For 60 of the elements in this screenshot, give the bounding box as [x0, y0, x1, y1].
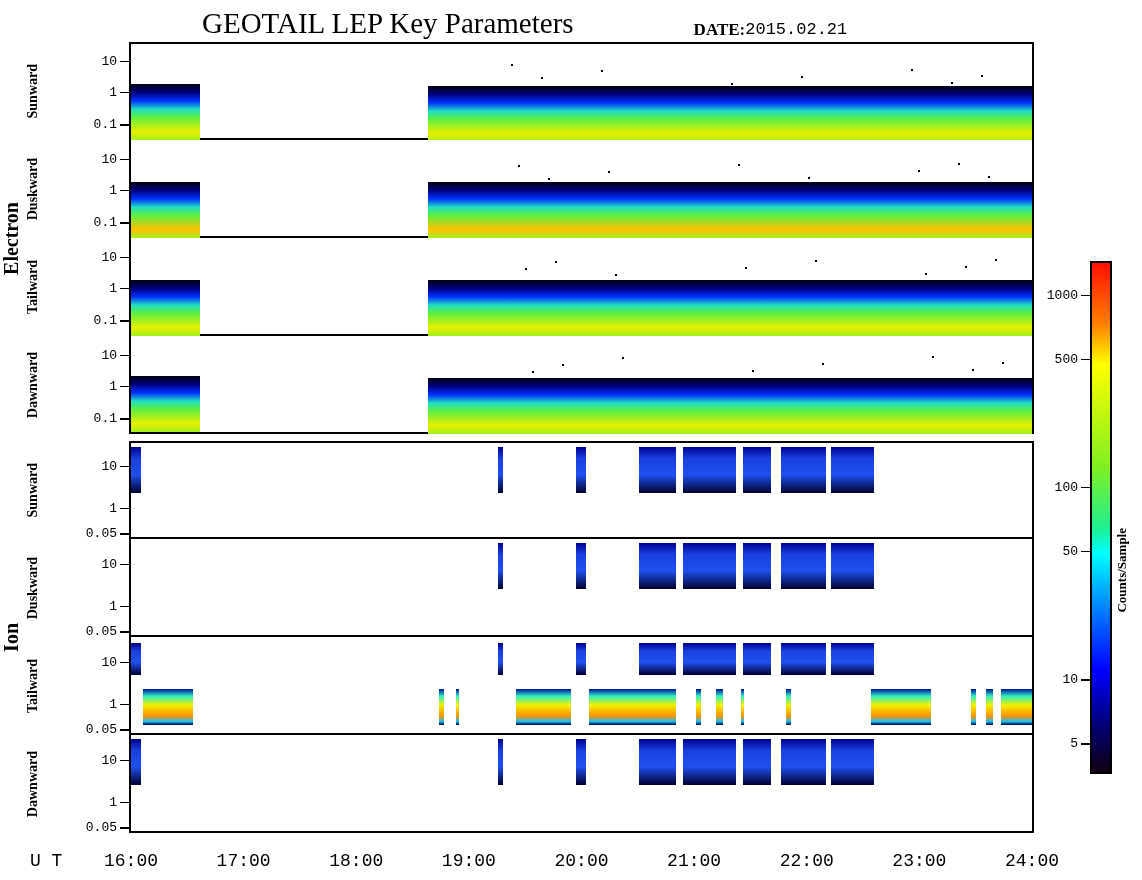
- colorbar-tick-label: 50: [1062, 544, 1078, 558]
- panel-label: Tailward: [23, 659, 41, 713]
- axis-tick-label: 1: [109, 599, 117, 613]
- axis-tick-label: 0.05: [85, 722, 117, 736]
- time-tick-label: 20:00: [554, 852, 609, 870]
- axis-tick-label: 1: [109, 697, 117, 711]
- axis-tick-label: 10: [101, 54, 117, 68]
- time-tick-label: 21:00: [667, 852, 722, 870]
- colorbar-tick-label: 5: [1070, 736, 1078, 750]
- axis-tick-label: 0.1: [93, 313, 117, 327]
- colorbar-tick-label: 500: [1054, 352, 1078, 366]
- time-tick-label: 16:00: [104, 852, 158, 870]
- panel-label: Dawnward: [23, 750, 41, 818]
- axis-tick-label: 1: [109, 85, 117, 99]
- date-value: 2015.02.21: [745, 21, 848, 38]
- time-axis-label: U T: [30, 852, 64, 870]
- time-tick-label: 24:00: [1005, 852, 1059, 870]
- panel-label: Sunward: [23, 63, 41, 119]
- axis-tick-label: 0.1: [93, 215, 117, 229]
- axis-tick-label: 1: [109, 795, 117, 809]
- axis-tick-label: 1: [109, 379, 117, 393]
- panel-label: Dawnward: [23, 351, 41, 419]
- time-tick-label: 23:00: [892, 852, 947, 870]
- axis-tick-label: 10: [101, 655, 117, 668]
- colorbar-tick: [1081, 679, 1090, 681]
- colorbar-tick: [1081, 743, 1090, 745]
- colorbar-tick: [1081, 550, 1090, 553]
- axis-tick-label: 10: [101, 152, 117, 166]
- axis-tick-label: 10: [101, 753, 117, 766]
- axis-tick-label: 10: [101, 459, 117, 472]
- axis-tick-label: 1: [109, 281, 117, 295]
- colorbar-tick-label: 1000: [1046, 288, 1078, 302]
- panel-label: Sunward: [23, 462, 41, 518]
- time-tick-label: 22:00: [779, 852, 834, 870]
- axis-tick-label: 0.05: [85, 526, 117, 540]
- group-label: Electron: [0, 201, 23, 275]
- axis-tick-label: 0.1: [93, 117, 117, 131]
- axis-tick-label: 10: [101, 557, 117, 570]
- date-label: DATE:: [693, 21, 746, 38]
- axis-tick-label: 0.05: [85, 820, 117, 834]
- panel-label: Duskward: [23, 157, 41, 221]
- colorbar-tick: [1081, 294, 1090, 297]
- time-tick-label: 17:00: [216, 852, 271, 870]
- time-tick-label: 18:00: [329, 852, 384, 870]
- colorbar-label: Counts/Sample: [1113, 528, 1131, 613]
- axis-tick-label: 10: [101, 250, 117, 264]
- colorbar-tick: [1081, 486, 1090, 489]
- colorbar-tick-label: 10: [1062, 672, 1078, 686]
- colorbar-tick-label: 100: [1054, 480, 1078, 494]
- axis-tick-label: 0.1: [93, 411, 117, 425]
- axis-tick-label: 10: [101, 348, 117, 362]
- panel-label: Duskward: [23, 556, 41, 620]
- panel-label: Tailward: [23, 260, 41, 314]
- axis-tick-label: 1: [109, 183, 117, 197]
- plot-title: GEOTAIL LEP Key Parameters: [202, 9, 574, 38]
- group-label: Ion: [0, 622, 23, 652]
- axis-tick-label: 0.05: [85, 624, 117, 638]
- time-tick-label: 19:00: [441, 852, 496, 870]
- colorbar-tick: [1081, 358, 1090, 361]
- axis-tick-label: 1: [109, 501, 117, 515]
